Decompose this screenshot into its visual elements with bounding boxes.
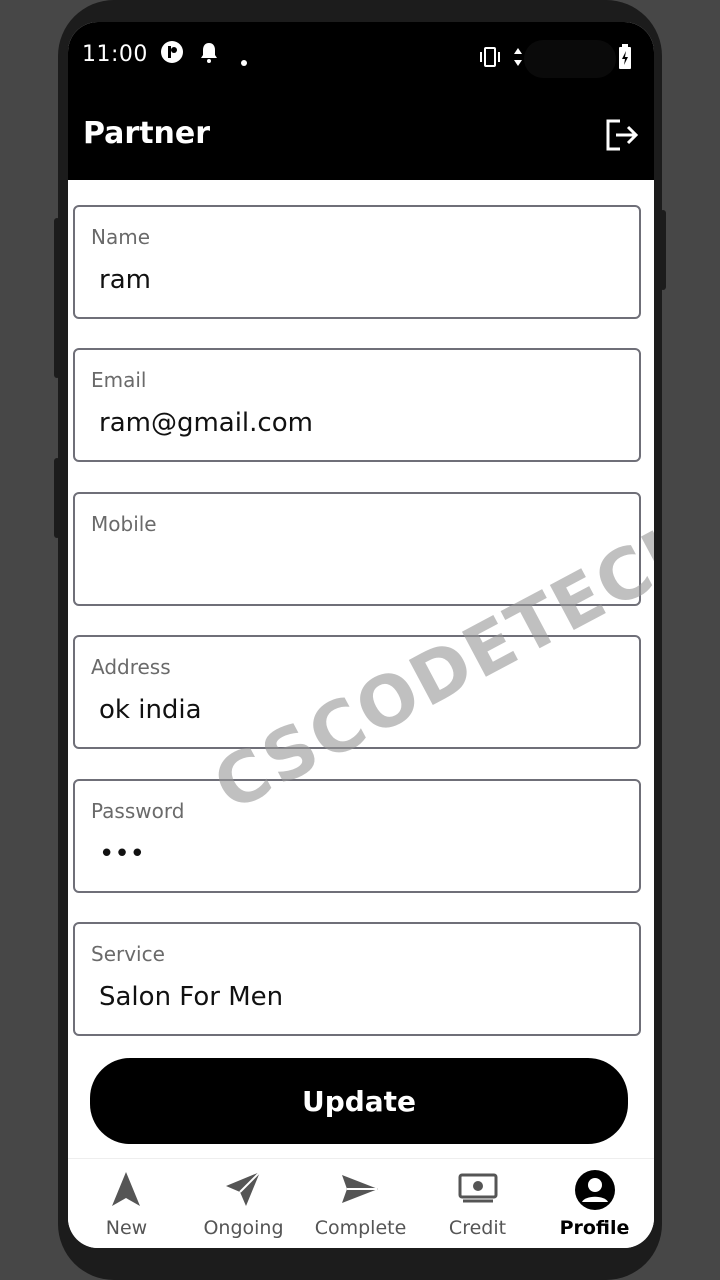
update-button[interactable]: Update [90, 1058, 628, 1144]
nav-label-ongoing: Ongoing [203, 1217, 284, 1239]
nav-label-profile: Profile [559, 1217, 630, 1239]
account-circle-icon [575, 1170, 615, 1210]
vibrate-icon [478, 46, 502, 72]
email-label: Email [91, 368, 147, 392]
bottom-nav: New Ongoing Complete Credit Profile [68, 1158, 654, 1248]
service-label: Service [91, 942, 165, 966]
password-label: Password [91, 799, 185, 823]
service-value: Salon For Men [99, 982, 284, 1012]
data-arrows-icon [512, 46, 524, 72]
service-field[interactable]: Service Salon For Men [73, 922, 641, 1036]
email-field[interactable]: Email ram@gmail.com [73, 348, 641, 462]
name-label: Name [91, 225, 151, 249]
mobile-label: Mobile [91, 512, 157, 536]
nav-item-new[interactable]: New [68, 1159, 185, 1248]
nav-item-ongoing[interactable]: Ongoing [185, 1159, 302, 1248]
address-label: Address [91, 655, 171, 679]
logout-icon[interactable] [604, 118, 640, 156]
status-time: 11:00 [82, 42, 148, 67]
send-icon [226, 1171, 261, 1206]
send-right-icon [342, 1175, 378, 1203]
name-field[interactable]: Name ram [73, 205, 641, 319]
bell-icon [198, 40, 220, 68]
dot-icon [240, 52, 248, 71]
phone-side-button [660, 210, 666, 290]
nav-label-credit: Credit [448, 1217, 507, 1239]
nav-label-new: New [105, 1217, 148, 1239]
navigation-arrow-icon [112, 1172, 140, 1206]
phone-side-button [54, 218, 60, 378]
nav-item-credit[interactable]: Credit [419, 1159, 536, 1248]
nav-label-complete: Complete [314, 1217, 407, 1239]
battery-icon [618, 44, 632, 74]
email-value: ram@gmail.com [99, 408, 313, 438]
password-field[interactable]: Password ••• [73, 779, 641, 893]
address-field[interactable]: Address ok india [73, 635, 641, 749]
money-icon [458, 1173, 498, 1203]
status-bar: 11:00 [68, 22, 654, 96]
app-notification-icon [160, 40, 184, 68]
password-value: ••• [99, 839, 146, 869]
phone-screen: 11:00 Partner Name ram Email ram@gmail.c… [68, 22, 654, 1248]
phone-side-button [54, 458, 60, 538]
address-value: ok india [99, 695, 202, 725]
name-value: ram [99, 265, 151, 295]
mobile-field[interactable]: Mobile [73, 492, 641, 606]
app-bar: Partner [68, 96, 654, 180]
page-title: Partner [83, 116, 211, 151]
nav-item-profile[interactable]: Profile [536, 1159, 653, 1248]
camera-cutout [524, 40, 616, 78]
nav-item-complete[interactable]: Complete [302, 1159, 419, 1248]
